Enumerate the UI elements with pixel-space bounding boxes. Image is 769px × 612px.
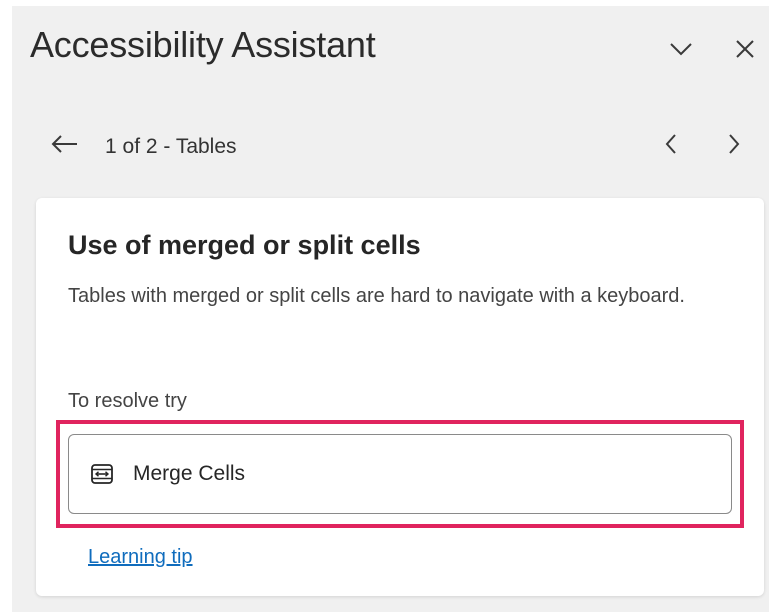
issue-position: 1 of 2 - Tables xyxy=(105,135,237,158)
issue-title: Use of merged or split cells xyxy=(68,230,421,260)
chevron-down-icon xyxy=(669,42,693,61)
merge-cells-label: Merge Cells xyxy=(133,462,246,485)
merge-cells-icon xyxy=(89,462,115,486)
chevron-right-icon xyxy=(727,133,741,160)
collapse-button[interactable] xyxy=(666,36,696,66)
merge-cells-button[interactable]: Merge Cells xyxy=(68,434,732,514)
accessibility-assistant-pane: Accessibility Assistant 1 of 2 - Tables xyxy=(12,6,769,612)
learning-tip-link[interactable]: Learning tip xyxy=(88,546,193,569)
next-issue-button[interactable] xyxy=(720,132,748,160)
issue-card: Use of merged or split cells Tables with… xyxy=(36,198,764,596)
issue-navigation: 1 of 2 - Tables xyxy=(12,126,769,166)
close-icon xyxy=(734,38,756,65)
close-button[interactable] xyxy=(730,36,760,66)
issue-description: Tables with merged or split cells are ha… xyxy=(68,285,685,307)
back-button[interactable] xyxy=(50,132,80,160)
resolve-label: To resolve try xyxy=(68,390,187,412)
chevron-left-icon xyxy=(664,133,678,160)
pane-title: Accessibility Assistant xyxy=(30,24,376,65)
arrow-left-icon xyxy=(51,134,79,158)
previous-issue-button[interactable] xyxy=(657,132,685,160)
